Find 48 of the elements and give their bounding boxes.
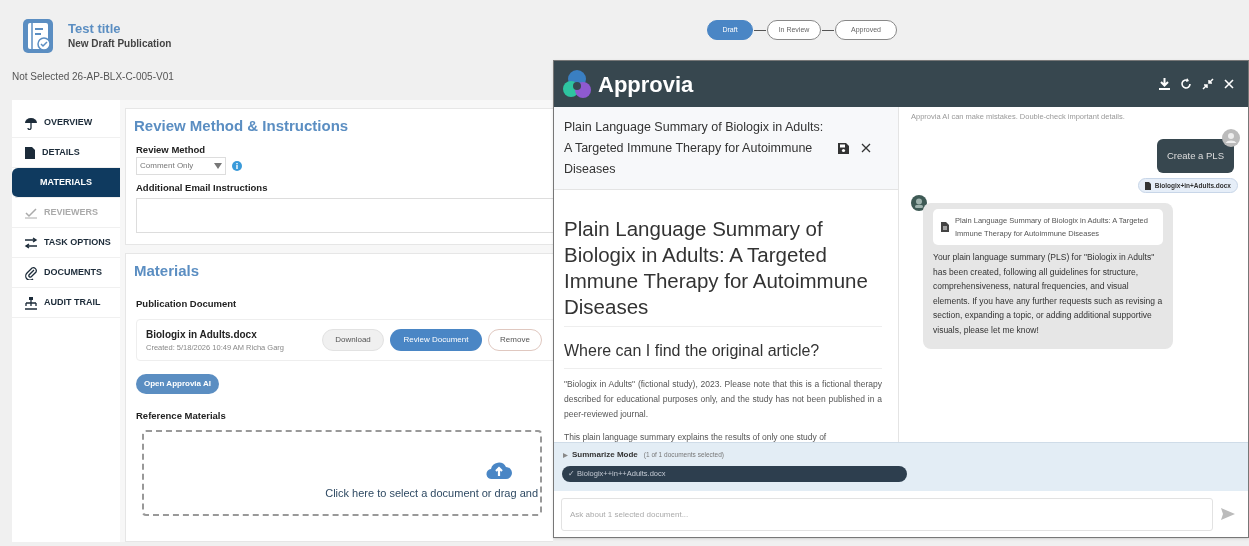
email-instructions-field[interactable] — [136, 197, 553, 233]
upload-dropzone[interactable]: Click here to select a document or drag and — [142, 429, 542, 516]
chat-input-field[interactable]: Ask about 1 selected document... — [561, 497, 1213, 531]
file-action-button[interactable]: Review Document — [390, 329, 482, 352]
flag-icon — [562, 451, 568, 459]
page-title: Test title — [68, 21, 122, 37]
document-check-icon — [22, 18, 54, 54]
checkmark-icon — [24, 206, 38, 219]
method-dropdown[interactable]: Comment Only — [136, 157, 226, 176]
field-label: Publication Document — [135, 297, 238, 311]
section-heading: Materials — [134, 262, 201, 280]
brand-name: Approvia — [598, 70, 694, 99]
caret-icon — [214, 163, 222, 170]
document-title: Plain Language Summary of Biologix in Adults: A Targeted Immune Therapy for Autoimmune Diseases — [564, 118, 825, 178]
file-icon — [1144, 181, 1151, 190]
page-subtitle: New Draft Publication — [68, 37, 172, 51]
file-action-button[interactable]: Remove — [488, 329, 542, 352]
user-message: Create a PLS — [1156, 139, 1234, 173]
mode-label: Summarize Mode — [572, 449, 638, 461]
collapse-icon[interactable] — [1202, 78, 1214, 90]
sidebar-item[interactable]: MATERIALS — [12, 168, 120, 198]
paperclip-icon — [24, 265, 38, 280]
umbrella-icon — [24, 115, 38, 130]
file-name: Biologix in Adults.docx — [146, 328, 258, 343]
refresh-icon[interactable] — [1180, 78, 1192, 90]
close-icon[interactable] — [861, 143, 871, 153]
hierarchy-icon — [24, 295, 38, 310]
assistant-message-text: Your plain language summary (PLS) for "Biologix in Adults" has been created, following all guidelines for structure, comprehensiveness, natural frequencies, and visual elements. If you have any further requests such as revising a section, expanding a topic, or adding additional supportive visuals, please let me know! — [933, 251, 1163, 337]
download-icon[interactable] — [1159, 78, 1170, 90]
document-subheading: Where can I find the original article? — [564, 339, 882, 369]
save-icon[interactable] — [838, 142, 849, 154]
document-icon — [24, 145, 36, 160]
bot-avatar-icon — [911, 195, 927, 211]
file-icon — [941, 222, 949, 232]
logo-icon — [562, 68, 592, 100]
file-action-button[interactable]: Download — [322, 329, 384, 352]
user-avatar-icon — [1222, 129, 1240, 147]
field-label: Review Method — [135, 143, 207, 157]
dropzone-text: Click here to select a document or drag and — [325, 486, 539, 501]
field-label: Additional Email Instructions — [135, 181, 269, 196]
status-line: Not Selected 26-AP-BLX-C-005-V01 — [12, 69, 174, 84]
document-paragraph: "Biologix in Adults" (fictional study), 2023. Please note that this is a fictional therapy described for educational purposes only, and the study has not been published in a peer-reviewed journal. — [564, 378, 882, 421]
transfer-icon — [24, 236, 38, 249]
document-paragraph: This plain language summary explains the results of only one study of — [564, 431, 828, 442]
field-label: Reference Materials — [135, 409, 227, 424]
info-icon — [232, 161, 242, 172]
section-heading: Review Method & Instructions — [134, 117, 350, 135]
document-heading: Plain Language Summary of Biologix in Adults: A Targeted Immune Therapy for Autoimmune Diseases — [564, 216, 882, 327]
